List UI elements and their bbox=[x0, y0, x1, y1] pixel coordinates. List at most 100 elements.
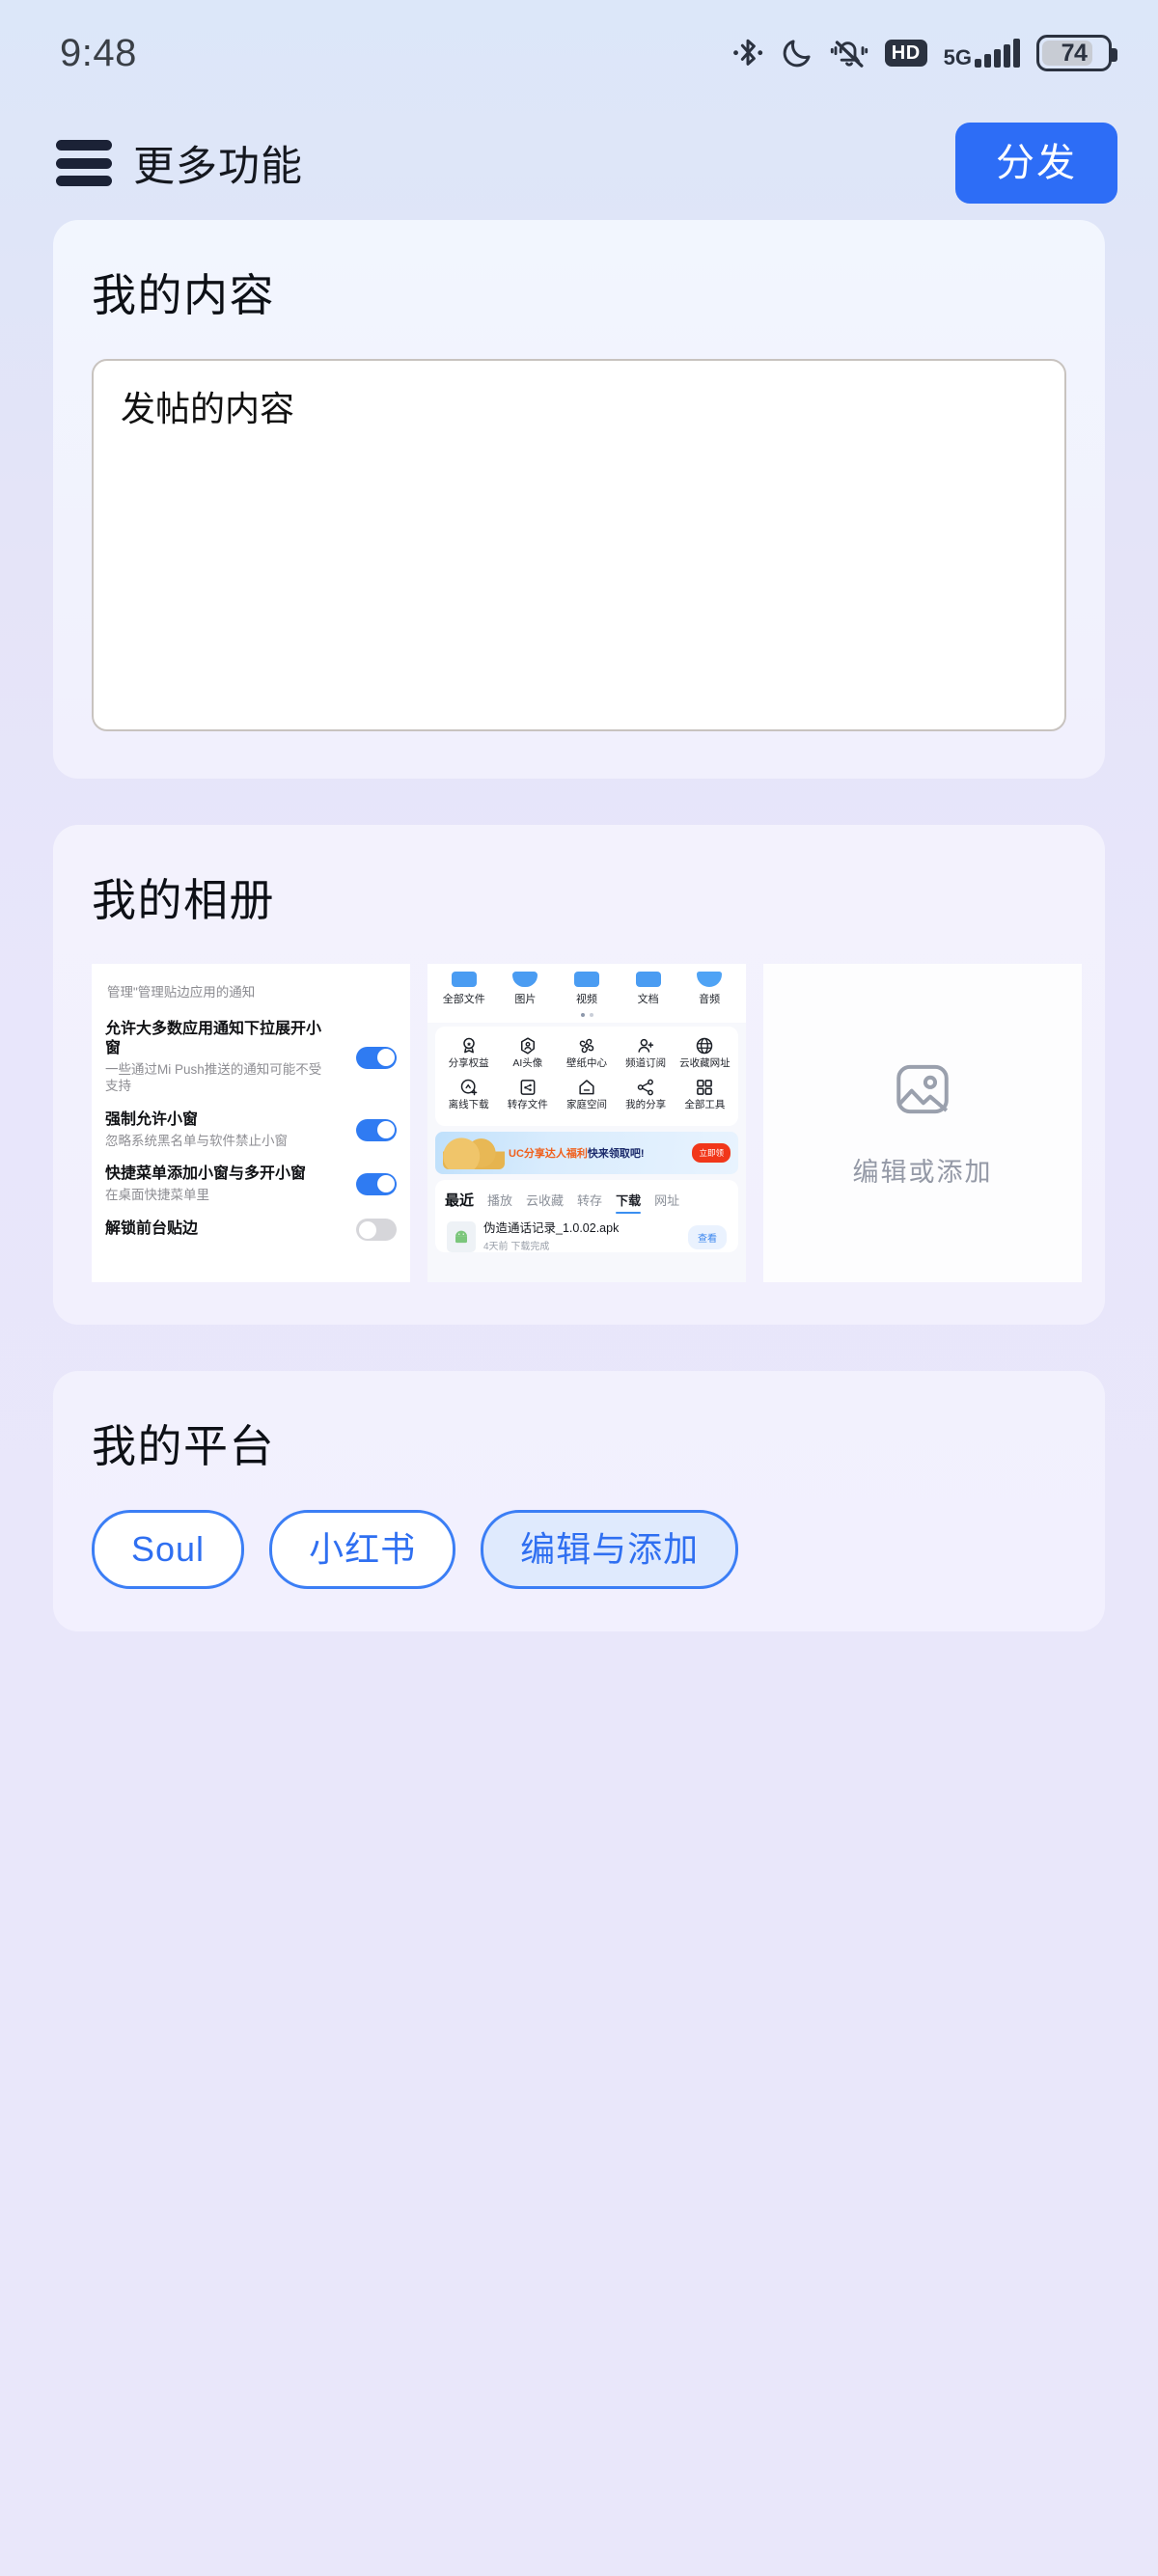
thumb1-row-title: 允许大多数应用通知下拉展开小窗 bbox=[105, 1021, 322, 1057]
thumb2-category-row: 全部文件 图片 视频 文档 音频 bbox=[427, 964, 746, 1010]
thumb2-tool: 家庭空间 bbox=[559, 1078, 615, 1111]
post-content-input[interactable] bbox=[92, 359, 1066, 731]
thumb2-tab-url: 网址 bbox=[654, 1193, 680, 1209]
subscribe-user-icon bbox=[638, 1038, 654, 1053]
thumb2-tab-cloud: 云收藏 bbox=[526, 1193, 565, 1209]
thumb1-setting-row: 解锁前台贴边 bbox=[105, 1219, 397, 1242]
thumb1-setting-row: 快捷菜单添加小窗与多开小窗 在桌面快捷菜单里 bbox=[105, 1165, 397, 1203]
status-bar-icons: HD 5G 74 bbox=[731, 35, 1117, 71]
thumb2-page-dots bbox=[427, 1010, 746, 1023]
album-add-placeholder[interactable]: 编辑或添加 bbox=[763, 964, 1082, 1282]
banner-text-orange: UC分享达人福利 bbox=[509, 1148, 588, 1161]
app-header-left: 更多功能 bbox=[56, 133, 303, 193]
globe-icon bbox=[697, 1037, 713, 1055]
bluetooth-icon bbox=[731, 35, 764, 71]
thumb2-tool-row: 离线下载 转存文件 家庭空间 我的分享 全部工具 bbox=[439, 1078, 734, 1111]
platform-chip-list: Soul 小红书 编辑与添加 bbox=[92, 1510, 1066, 1589]
thumb2-banner-text: UC分享达人福利快来领取吧! bbox=[509, 1145, 645, 1161]
thumb2-banner-button: 立即领 bbox=[692, 1143, 731, 1164]
banner-text-blue: 快来领取吧! bbox=[587, 1148, 645, 1161]
thumb2-category: 文档 bbox=[621, 972, 676, 1006]
thumb1-row-subtitle: 忽略系统黑名单与软件禁止小窗 bbox=[105, 1133, 288, 1148]
platform-chip-edit-add[interactable]: 编辑与添加 bbox=[481, 1510, 739, 1589]
thumb2-tab-recent: 最近 bbox=[445, 1192, 475, 1210]
battery-level: 74 bbox=[1061, 39, 1088, 67]
thumb2-category: 视频 bbox=[560, 972, 614, 1006]
hamburger-menu-icon[interactable] bbox=[56, 140, 112, 186]
thumb2-tool: 转存文件 bbox=[500, 1078, 556, 1111]
thumb1-row-subtitle: 一些通过Mi Push推送的通知可能不受支持 bbox=[105, 1061, 322, 1094]
audio-icon bbox=[697, 972, 723, 987]
transfer-file-icon bbox=[520, 1079, 536, 1095]
thumb2-file-meta: 4天前 下载完成 bbox=[483, 1242, 550, 1253]
distribute-button[interactable]: 分发 bbox=[955, 123, 1117, 204]
video-icon bbox=[573, 972, 599, 987]
all-tools-grid-icon bbox=[697, 1079, 713, 1095]
my-platform-card: 我的平台 Soul 小红书 编辑与添加 bbox=[53, 1371, 1105, 1631]
thumb2-category: 图片 bbox=[498, 972, 552, 1006]
thumb1-toggle-on bbox=[356, 1118, 397, 1141]
album-thumbnail-list: 管理"管理贴边应用的通知 允许大多数应用通知下拉展开小窗 一些通过Mi Push… bbox=[92, 964, 1082, 1282]
thumb2-category: 音频 bbox=[682, 972, 736, 1006]
share-icon bbox=[637, 1079, 654, 1095]
crown-icon bbox=[443, 1137, 505, 1170]
thumb2-file-row: 伪造通话记录_1.0.02.apk 4天前 下载完成 查看 bbox=[445, 1210, 729, 1253]
platform-chip-soul[interactable]: Soul bbox=[92, 1510, 245, 1589]
document-icon bbox=[635, 972, 661, 987]
thumb1-row-title: 强制允许小窗 bbox=[105, 1111, 199, 1129]
thumb2-tool-row: 分享权益 AI头像 壁纸中心 频道订阅 云收藏网址 bbox=[439, 1036, 734, 1070]
thumb2-tab-play: 播放 bbox=[487, 1193, 513, 1209]
image-placeholder-icon bbox=[891, 1057, 954, 1128]
album-thumbnail-file-manager[interactable]: 全部文件 图片 视频 文档 音频 分享权益 AI头像 壁纸中心 频道订阅 云收藏… bbox=[427, 964, 746, 1282]
thumb1-setting-row: 允许大多数应用通知下拉展开小窗 一些通过Mi Push推送的通知可能不受支持 bbox=[105, 1020, 397, 1095]
status-bar-clock: 9:48 bbox=[60, 31, 137, 74]
thumb2-tool: 全部工具 bbox=[676, 1078, 732, 1111]
thumb1-setting-row: 强制允许小窗 忽略系统黑名单与软件禁止小窗 bbox=[105, 1110, 397, 1149]
thumb1-toggle-on bbox=[356, 1172, 397, 1195]
thumb2-file-action: 查看 bbox=[688, 1224, 727, 1249]
ai-avatar-icon bbox=[520, 1037, 535, 1055]
my-content-title: 我的内容 bbox=[92, 270, 275, 320]
thumb1-toggle-on bbox=[356, 1046, 397, 1069]
thumb2-file-name: 伪造通话记录_1.0.02.apk bbox=[483, 1221, 620, 1236]
my-content-card: 我的内容 bbox=[53, 220, 1105, 779]
thumb2-tab-save: 转存 bbox=[577, 1193, 603, 1209]
thumb2-tool: 离线下载 bbox=[441, 1078, 497, 1111]
thumb2-tool: 频道订阅 bbox=[618, 1036, 674, 1070]
mute-vibrate-bell-icon bbox=[830, 36, 868, 70]
thumb2-tool-grid: 分享权益 AI头像 壁纸中心 频道订阅 云收藏网址 离线下载 转存文件 家庭空间… bbox=[435, 1027, 738, 1127]
hd-icon: HD bbox=[884, 40, 927, 67]
my-album-card: 我的相册 管理"管理贴边应用的通知 允许大多数应用通知下拉展开小窗 一些通过Mi… bbox=[53, 825, 1105, 1325]
android-apk-icon bbox=[447, 1221, 476, 1253]
folder-icon bbox=[451, 972, 477, 987]
thumb1-row-subtitle: 在桌面快捷菜单里 bbox=[105, 1187, 209, 1202]
picture-icon bbox=[512, 972, 538, 987]
status-bar: 9:48 HD 5G 74 bbox=[0, 0, 1158, 106]
thumb2-category: 全部文件 bbox=[437, 972, 491, 1006]
thumb2-tool: 壁纸中心 bbox=[559, 1036, 615, 1070]
album-thumbnail-settings[interactable]: 管理"管理贴边应用的通知 允许大多数应用通知下拉展开小窗 一些通过Mi Push… bbox=[92, 964, 410, 1282]
thumb2-tab-download: 下载 bbox=[616, 1191, 642, 1215]
wallpaper-icon bbox=[579, 1038, 594, 1054]
battery-icon: 74 bbox=[1036, 35, 1117, 71]
thumb2-tab-section: 最近 播放 云收藏 转存 下载 网址 伪造通话记录_1.0.02.apk 4天前… bbox=[435, 1180, 738, 1253]
thumb1-header: 管理"管理贴边应用的通知 bbox=[107, 985, 256, 1000]
thumb1-toggle-off bbox=[356, 1219, 397, 1242]
thumb2-tool: 我的分享 bbox=[618, 1078, 674, 1111]
medal-icon bbox=[462, 1037, 475, 1054]
album-add-label: 编辑或添加 bbox=[852, 1158, 993, 1187]
signal-bars bbox=[975, 39, 1020, 68]
thumb2-tool: 云收藏网址 bbox=[676, 1036, 732, 1070]
page-title: 更多功能 bbox=[133, 144, 303, 190]
thumb2-promo-banner: UC分享达人福利快来领取吧! 立即领 bbox=[435, 1132, 738, 1175]
my-album-title: 我的相册 bbox=[92, 875, 275, 925]
platform-chip-xiaohongshu[interactable]: 小红书 bbox=[269, 1510, 456, 1589]
offline-download-icon bbox=[460, 1079, 477, 1095]
thumb2-tab-row: 最近 播放 云收藏 转存 下载 网址 bbox=[445, 1190, 729, 1215]
app-header: 更多功能 分发 bbox=[0, 106, 1158, 220]
network-type-label: 5G bbox=[943, 45, 972, 70]
do-not-disturb-moon-icon bbox=[781, 36, 813, 70]
home-space-icon bbox=[579, 1079, 594, 1094]
my-platform-title: 我的平台 bbox=[92, 1421, 275, 1471]
thumb2-tool: AI头像 bbox=[500, 1036, 556, 1070]
